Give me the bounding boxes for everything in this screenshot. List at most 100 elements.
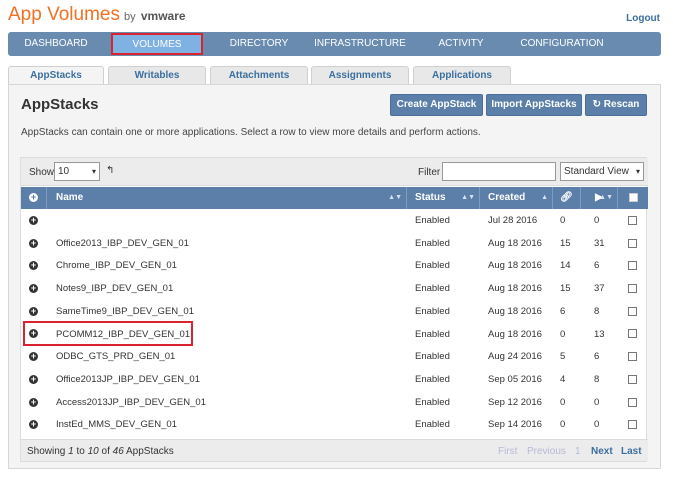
logout-link[interactable]: Logout bbox=[626, 13, 660, 24]
expand-row-icon[interactable]: + bbox=[29, 414, 38, 437]
pagination-page-1[interactable]: 1 bbox=[575, 446, 581, 457]
table-row[interactable]: + Chrome_IBP_DEV_GEN_01 Enabled Aug 18 2016… bbox=[21, 255, 648, 278]
column-header-created[interactable]: Created ▲ bbox=[480, 187, 553, 209]
chevron-down-icon: ▾ bbox=[91, 167, 96, 176]
table-row[interactable]: + Notes9_IBP_DEV_GEN_01 Enabled Aug 18 2016… bbox=[21, 278, 648, 301]
row-checkbox[interactable] bbox=[628, 278, 637, 301]
reset-sort-icon[interactable]: ↰ bbox=[106, 165, 114, 176]
column-header-attachments[interactable]: 🔗︎ bbox=[553, 187, 581, 209]
table-footer: Showing 1 to 10 of 46 AppStacks First Pr… bbox=[21, 439, 648, 461]
nav-configuration[interactable]: CONFIGURATION bbox=[511, 32, 613, 56]
nav-dashboard[interactable]: DASHBOARD bbox=[8, 32, 104, 56]
chevron-down-icon: ▾ bbox=[635, 167, 640, 176]
refresh-icon: ↻ bbox=[592, 99, 602, 110]
view-value: Standard View bbox=[564, 166, 629, 177]
column-header-name[interactable]: Name ▲▼ bbox=[47, 187, 407, 209]
row-name: Access2013JP_IBP_DEV_GEN_01 bbox=[56, 396, 206, 408]
view-select[interactable]: Standard View ▾ bbox=[560, 162, 644, 181]
sort-icon: ▲▼ bbox=[599, 194, 613, 201]
nav-activity[interactable]: ACTIVITY bbox=[418, 32, 504, 56]
row-checkbox[interactable] bbox=[628, 369, 637, 392]
sort-asc-icon: ▲ bbox=[541, 194, 548, 201]
rescan-button[interactable]: ↻ Rescan bbox=[585, 94, 647, 116]
row-checkbox[interactable] bbox=[628, 301, 637, 324]
sub-tabs: AppStacks Writables Attachments Assignme… bbox=[8, 66, 661, 85]
row-checkbox[interactable] bbox=[628, 392, 637, 415]
table-row[interactable]: + Enabled Jul 28 2016 0 0 bbox=[21, 210, 648, 233]
row-applications: 31 bbox=[594, 237, 605, 249]
page-size-select[interactable]: 10 ▾ bbox=[54, 162, 100, 181]
showing-suffix: AppStacks bbox=[126, 446, 174, 457]
showing-to: 10 bbox=[87, 446, 99, 457]
row-attachments: 14 bbox=[560, 260, 571, 272]
pagination-next[interactable]: Next bbox=[591, 446, 613, 457]
expand-row-icon[interactable]: + bbox=[29, 324, 38, 347]
column-header-status[interactable]: Status ▲▼ bbox=[407, 187, 480, 209]
tab-attachments[interactable]: Attachments bbox=[210, 66, 308, 85]
table-row[interactable]: + Office2013_IBP_DEV_GEN_01 Enabled Aug 18 … bbox=[21, 233, 648, 256]
nav-volumes[interactable]: VOLUMES bbox=[111, 33, 203, 55]
row-name: InstEd_MMS_DEV_GEN_01 bbox=[56, 419, 177, 431]
row-checkbox[interactable] bbox=[628, 414, 637, 437]
table-row[interactable]: + Access2013JP_IBP_DEV_GEN_01 Enabled Sep 1… bbox=[21, 392, 648, 415]
showing-total: 46 bbox=[112, 446, 124, 457]
show-label: Show bbox=[29, 167, 55, 178]
expand-row-icon[interactable]: + bbox=[29, 233, 38, 256]
select-all-header[interactable] bbox=[618, 187, 648, 209]
tab-writables[interactable]: Writables bbox=[108, 66, 206, 85]
sort-icon: ▲▼ bbox=[388, 194, 402, 201]
brand-app: App Volumes bbox=[8, 4, 120, 25]
row-status: Enabled bbox=[415, 328, 450, 340]
table-row[interactable]: + PCOMM12_IBP_DEV_GEN_01 Enabled Aug 18 201… bbox=[21, 324, 648, 347]
row-name: SameTime9_IBP_DEV_GEN_01 bbox=[56, 305, 194, 317]
row-created: Aug 24 2016 bbox=[488, 351, 542, 363]
row-status: Enabled bbox=[415, 396, 450, 408]
row-created: Sep 05 2016 bbox=[488, 373, 542, 385]
expand-row-icon[interactable]: + bbox=[29, 392, 38, 415]
row-checkbox[interactable] bbox=[628, 233, 637, 256]
pagination-previous[interactable]: Previous bbox=[527, 446, 566, 457]
row-checkbox[interactable] bbox=[628, 324, 637, 347]
showing-to-word: to bbox=[76, 446, 85, 457]
app-volumes-logo[interactable]: App Volumes by vmware bbox=[8, 4, 186, 26]
row-created: Sep 14 2016 bbox=[488, 419, 542, 431]
brand-vendor: vmware bbox=[140, 9, 186, 23]
expand-row-icon[interactable]: + bbox=[29, 369, 38, 392]
brand-by: by bbox=[123, 11, 136, 23]
expand-row-icon[interactable]: + bbox=[29, 301, 38, 324]
expand-row-icon[interactable]: + bbox=[29, 346, 38, 369]
row-checkbox[interactable] bbox=[628, 210, 637, 233]
column-created-label: Created bbox=[488, 192, 526, 203]
table-row[interactable]: + ODBC_GTS_PRD_GEN_01 Enabled Aug 24 2016 5 6 bbox=[21, 346, 648, 369]
select-all-checkbox[interactable] bbox=[628, 192, 638, 202]
nav-infrastructure[interactable]: INFRASTRUCTURE bbox=[309, 32, 411, 56]
row-applications: 0 bbox=[594, 419, 600, 431]
row-checkbox[interactable] bbox=[628, 346, 637, 369]
row-checkbox[interactable] bbox=[628, 255, 637, 278]
table-row[interactable]: + SameTime9_IBP_DEV_GEN_01 Enabled Aug 18 2… bbox=[21, 301, 648, 324]
row-created: Aug 18 2016 bbox=[488, 283, 542, 295]
expand-all-header[interactable]: + bbox=[21, 187, 47, 209]
expand-row-icon[interactable]: + bbox=[29, 255, 38, 278]
tab-assignments[interactable]: Assignments bbox=[311, 66, 409, 85]
filter-input[interactable] bbox=[442, 162, 556, 181]
rescan-label: Rescan bbox=[603, 99, 640, 110]
row-name: Notes9_IBP_DEV_GEN_01 bbox=[56, 283, 174, 295]
table-row[interactable]: + InstEd_MMS_DEV_GEN_01 Enabled Sep 14 2016… bbox=[21, 414, 648, 437]
create-appstack-button[interactable]: Create AppStack bbox=[390, 94, 483, 116]
row-status: Enabled bbox=[415, 351, 450, 363]
row-attachments: 15 bbox=[560, 237, 571, 249]
filter-label: Filter bbox=[418, 167, 441, 178]
pagination-last[interactable]: Last bbox=[621, 446, 642, 457]
pagination-first[interactable]: First bbox=[498, 446, 517, 457]
expand-row-icon[interactable]: + bbox=[29, 278, 38, 301]
column-header-applications[interactable]: ▶ ▲▼ bbox=[581, 187, 618, 209]
import-appstacks-button[interactable]: Import AppStacks bbox=[486, 94, 582, 116]
page-title: AppStacks bbox=[21, 96, 99, 113]
nav-directory[interactable]: DIRECTORY bbox=[213, 32, 305, 56]
table-row[interactable]: + Office2013JP_IBP_DEV_GEN_01 Enabled Sep 0… bbox=[21, 369, 648, 392]
row-created: Aug 18 2016 bbox=[488, 328, 542, 340]
expand-row-icon[interactable]: + bbox=[29, 210, 38, 233]
tab-applications[interactable]: Applications bbox=[413, 66, 511, 85]
tab-appstacks[interactable]: AppStacks bbox=[8, 66, 104, 85]
